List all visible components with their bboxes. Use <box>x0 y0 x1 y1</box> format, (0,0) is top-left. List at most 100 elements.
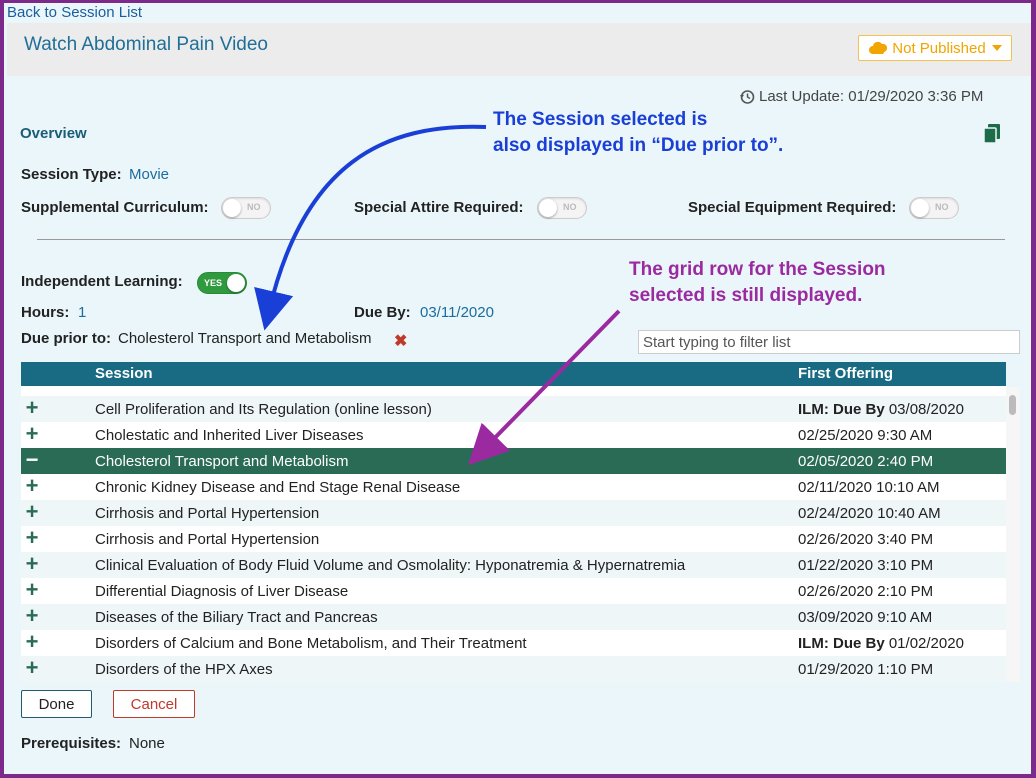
row-first-offering: 02/05/2020 2:40 PM <box>798 453 934 470</box>
special-equipment-label: Special Equipment Required: <box>688 199 897 216</box>
remove-due-prior-icon[interactable]: ✖ <box>394 331 407 351</box>
toggle-knob <box>223 199 241 217</box>
expand-row-icon[interactable]: + <box>23 397 41 419</box>
table-row[interactable]: + Cirrhosis and Portal Hypertension 02/2… <box>21 526 1006 552</box>
history-icon <box>740 89 755 104</box>
prerequisites-value: None <box>129 735 165 752</box>
row-first-offering: 02/25/2020 9:30 AM <box>798 427 933 444</box>
hours-value: 1 <box>78 304 87 321</box>
expand-row-icon[interactable]: + <box>23 657 41 679</box>
row-session: Clinical Evaluation of Body Fluid Volume… <box>95 557 686 574</box>
expand-row-icon[interactable]: + <box>23 423 41 445</box>
table-row[interactable]: + Disorders of Calcium and Bone Metaboli… <box>21 630 1006 656</box>
table-row[interactable]: + Clinical Evaluation of Body Fluid Volu… <box>21 552 1006 578</box>
due-by-label: Due By: <box>354 304 411 321</box>
cloud-icon <box>869 41 888 54</box>
supplemental-curriculum-toggle[interactable]: NO <box>221 197 271 219</box>
row-session: Disorders of Calcium and Bone Metabolism… <box>95 635 527 652</box>
row-first-offering: ILM: Due By 01/02/2020 <box>798 635 964 652</box>
blue-annotation-line1: The Session selected is <box>493 109 708 130</box>
blue-annotation: The Session selected is also displayed i… <box>493 107 783 159</box>
row-session: Differential Diagnosis of Liver Disease <box>95 583 349 600</box>
sessions-grid: Session First Offering + Cell Proliferat… <box>21 362 1006 682</box>
row-session: Cholesterol Transport and Metabolism <box>95 453 349 470</box>
purple-annotation-line1: The grid row for the Session <box>629 259 886 280</box>
column-header-first-offering[interactable]: First Offering <box>798 365 893 382</box>
column-header-session[interactable]: Session <box>95 365 153 382</box>
special-attire-toggle[interactable]: NO <box>537 197 587 219</box>
table-row[interactable]: + Cell Proliferation and Its Regulation … <box>21 396 1006 422</box>
grid-scrollbar-thumb[interactable] <box>1009 395 1016 415</box>
hours-label: Hours: <box>21 304 70 321</box>
table-row[interactable]: + Differential Diagnosis of Liver Diseas… <box>21 578 1006 604</box>
blue-annotation-line2: also displayed in “Due prior to”. <box>493 135 784 156</box>
grid-header: Session First Offering <box>21 362 1006 386</box>
expand-row-icon[interactable]: + <box>23 475 41 497</box>
row-session: Chronic Kidney Disease and End Stage Ren… <box>95 479 461 496</box>
offering-date: 03/08/2020 <box>888 401 964 418</box>
row-first-offering: 02/11/2020 10:10 AM <box>798 479 940 496</box>
prerequisites-label: Prerequisites: <box>21 735 122 752</box>
independent-learning-toggle[interactable]: YES <box>197 272 247 294</box>
last-update: Last Update: 01/29/2020 3:36 PM <box>739 88 983 105</box>
special-equipment-toggle[interactable]: NO <box>909 197 959 219</box>
row-first-offering: 01/29/2020 1:10 PM <box>798 661 934 678</box>
table-row[interactable]: + Chronic Kidney Disease and End Stage R… <box>21 474 1006 500</box>
row-first-offering: ILM: Due By 03/08/2020 <box>798 401 964 418</box>
special-attire-label: Special Attire Required: <box>354 199 524 216</box>
due-prior-to-label: Due prior to: <box>21 330 111 347</box>
collapse-row-icon[interactable]: − <box>23 449 41 471</box>
row-session: Cirrhosis and Portal Hypertension <box>95 505 320 522</box>
row-session: Disorders of the HPX Axes <box>95 661 273 678</box>
expand-row-icon[interactable]: + <box>23 579 41 601</box>
offering-prefix: ILM: Due By <box>798 401 885 418</box>
toggle-knob <box>539 199 557 217</box>
toggle-knob <box>227 274 245 292</box>
copy-icon[interactable] <box>983 123 1001 145</box>
toggle-state: NO <box>563 202 577 212</box>
section-divider <box>37 239 1005 240</box>
page-header: Watch Abdominal Pain Video Not Published <box>7 23 1031 76</box>
expand-row-icon[interactable]: + <box>23 501 41 523</box>
row-first-offering: 03/09/2020 9:10 AM <box>798 609 933 626</box>
offering-date: 01/02/2020 <box>888 635 964 652</box>
row-session: Cholestatic and Inherited Liver Diseases <box>95 427 364 444</box>
blue-annotation-arrow <box>254 124 487 331</box>
table-row[interactable]: + Disorders of the HPX Axes 01/29/2020 1… <box>21 656 1006 682</box>
toggle-state: YES <box>204 278 223 288</box>
independent-learning-label: Independent Learning: <box>21 273 183 290</box>
session-type-label: Session Type: <box>21 166 122 183</box>
toggle-state: NO <box>935 202 949 212</box>
page-title: Watch Abdominal Pain Video <box>24 34 268 55</box>
supplemental-curriculum-label: Supplemental Curriculum: <box>21 199 209 216</box>
table-row[interactable]: + Cholestatic and Inherited Liver Diseas… <box>21 422 1006 448</box>
grid-scrollbar[interactable] <box>1006 387 1020 682</box>
row-session: Cell Proliferation and Its Regulation (o… <box>95 401 432 418</box>
last-update-text: Last Update: 01/29/2020 3:36 PM <box>759 88 984 105</box>
due-prior-to-value: Cholesterol Transport and Metabolism <box>118 330 372 347</box>
session-type-value: Movie <box>129 166 170 183</box>
table-row[interactable]: + Diseases of the Biliary Tract and Panc… <box>21 604 1006 630</box>
cancel-button[interactable]: Cancel <box>113 690 195 718</box>
chevron-down-icon <box>991 45 1002 51</box>
back-to-session-list-link[interactable]: Back to Session List <box>7 4 142 21</box>
purple-annotation: The grid row for the Session selected is… <box>629 257 886 309</box>
done-button[interactable]: Done <box>21 690 92 718</box>
app-window: Back to Session List Watch Abdominal Pai… <box>4 3 1031 774</box>
expand-row-icon[interactable]: + <box>23 527 41 549</box>
due-by-value: 03/11/2020 <box>420 304 494 321</box>
row-session: Diseases of the Biliary Tract and Pancre… <box>95 609 378 626</box>
table-row[interactable]: + Cirrhosis and Portal Hypertension 02/2… <box>21 500 1006 526</box>
toggle-knob <box>911 199 929 217</box>
row-first-offering: 02/26/2020 2:10 PM <box>798 583 934 600</box>
row-session: Cirrhosis and Portal Hypertension <box>95 531 320 548</box>
table-row-selected[interactable]: − Cholesterol Transport and Metabolism 0… <box>21 448 1006 474</box>
filter-list-input[interactable] <box>638 330 1020 354</box>
publish-status-dropdown[interactable]: Not Published <box>858 35 1012 61</box>
offering-prefix: ILM: Due By <box>798 635 885 652</box>
row-first-offering: 02/26/2020 3:40 PM <box>798 531 934 548</box>
expand-row-icon[interactable]: + <box>23 605 41 627</box>
purple-annotation-line2: selected is still displayed. <box>629 285 863 306</box>
expand-row-icon[interactable]: + <box>23 631 41 653</box>
expand-row-icon[interactable]: + <box>23 553 41 575</box>
